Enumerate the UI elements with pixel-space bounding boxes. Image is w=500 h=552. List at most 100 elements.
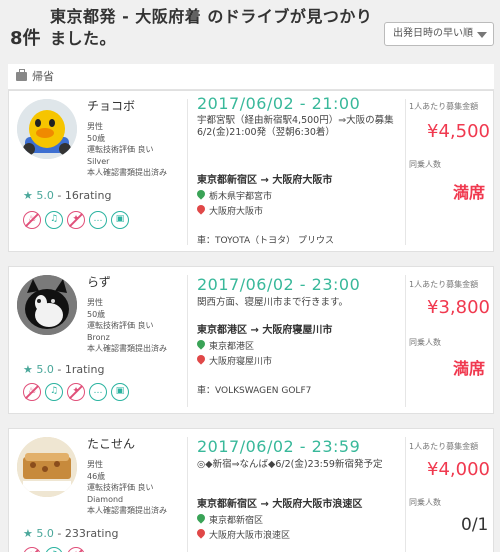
divider [187, 275, 188, 407]
destination-pin-icon [195, 203, 207, 215]
result-count: 8件 [10, 28, 41, 49]
rating-score: 5.0 [36, 363, 54, 376]
driver-gender: 男性 [87, 122, 103, 131]
divider [405, 275, 406, 407]
ride-route: 東京都港区 → 大阪府寝屋川市 [197, 325, 333, 336]
divider [405, 99, 406, 245]
driver-name[interactable]: たこせん [87, 435, 135, 452]
category-header: 帰省 [8, 64, 494, 90]
driver-info: 男性 46歳 運転技術評価 良い Diamond 本人確認書類提出済み [87, 459, 167, 517]
driver-rating: ★ 5.0 - 233rating [23, 527, 118, 540]
driver-name[interactable]: らず [87, 273, 111, 290]
price-label: 1人あたり募集金額 [409, 442, 479, 451]
avatar [17, 275, 77, 335]
destination-text: 大阪府大阪市浪速区 [209, 531, 291, 541]
origin-pin-icon [195, 188, 207, 200]
seat-status: 満席 [453, 359, 486, 378]
destination-text: 大阪府寝屋川市 [209, 357, 273, 367]
avatar [17, 99, 77, 159]
category-label: 帰省 [32, 70, 54, 83]
briefcase-icon [16, 69, 27, 81]
divider [187, 437, 188, 552]
destination-text: 大阪府大阪市 [209, 207, 264, 217]
chat-icon: … [89, 210, 107, 229]
ride-card[interactable]: たこせん 男性 46歳 運転技術評価 良い Diamond 本人確認書類提出済み… [8, 428, 494, 552]
driver-age: 50歳 [87, 133, 106, 143]
preference-icons: ♨ ♫ ✦… ▣ [23, 381, 133, 401]
star-icon: ★ [23, 527, 33, 540]
ride-route: 東京都新宿区 → 大阪府大阪市 [197, 175, 333, 186]
driver-skill: 運転技術評価 良い [87, 321, 154, 330]
no-food-icon: ✦ [67, 546, 85, 552]
seat-status: 満席 [453, 183, 486, 202]
destination-location: 大阪府大阪市 [195, 203, 264, 217]
no-food-icon: ✦ [67, 210, 85, 229]
driver-verified: 本人確認書類提出済み [87, 506, 167, 515]
ride-description: ◎◆新宿⇒なんば◆6/2(金)23:59新宿発予定 [197, 459, 383, 470]
destination-pin-icon [195, 527, 207, 539]
driver-name[interactable]: チョコボ [87, 97, 135, 114]
destination-location: 大阪府寝屋川市 [195, 353, 273, 367]
driver-info: 男性 50歳 運転技術評価 良い Bronz 本人確認書類提出済み [87, 297, 167, 355]
star-icon: ★ [23, 189, 33, 202]
rating-score: 5.0 [36, 189, 54, 202]
no-food-icon: ✦ [67, 382, 85, 401]
no-smoking-icon: ♨ [23, 546, 41, 552]
origin-location: 東京都港区 [195, 338, 255, 352]
ride-price: ¥4,500 [427, 121, 490, 142]
driver-rank: Diamond [87, 494, 124, 504]
music-icon: ♫ [45, 382, 63, 401]
divider [187, 99, 188, 245]
origin-text: 東京都新宿区 [209, 516, 264, 526]
divider [405, 437, 406, 552]
origin-location: 東京都新宿区 [195, 512, 264, 526]
ride-price: ¥4,000 [427, 459, 490, 480]
ride-price: ¥3,800 [427, 297, 490, 318]
music-icon: ♫ [45, 546, 63, 552]
departure-datetime: 2017/06/02 - 21:00 [197, 94, 361, 113]
price-label: 1人あたり募集金額 [409, 102, 479, 111]
page-title: 東京都発 - 大阪府着 のドライブが見つかりました。 [50, 7, 373, 48]
driver-verified: 本人確認書類提出済み [87, 344, 167, 353]
rating-count: - 233rating [57, 527, 119, 540]
chevron-down-icon [477, 32, 487, 38]
car-model: 車：TOYOTA（トヨタ） プリウス [197, 236, 334, 246]
driver-rank: Bronz [87, 332, 110, 342]
origin-pin-icon [195, 512, 207, 524]
ride-description: 宇都宮駅（経由新宿駅4,500円）⇒大阪の募集 6/2(金)21:00発（翌朝6… [197, 115, 404, 138]
avatar [17, 437, 77, 497]
star-icon: ★ [23, 363, 33, 376]
rating-score: 5.0 [36, 527, 54, 540]
driver-age: 46歳 [87, 471, 106, 481]
destination-location: 大阪府大阪市浪速区 [195, 527, 291, 541]
ride-card[interactable]: チョコボ 男性 50歳 運転技術評価 良い Silver 本人確認書類提出済み … [8, 90, 494, 252]
driver-skill: 運転技術評価 良い [87, 145, 154, 154]
food-avatar-image [17, 437, 77, 497]
preference-icons: ♨ ♫ ✦… ▣ [23, 209, 133, 229]
departure-datetime: 2017/06/02 - 23:59 [197, 437, 361, 456]
passengers-label: 同乗人数 [409, 498, 441, 507]
duck-avatar-image [17, 99, 77, 159]
driver-rating: ★ 5.0 - 16rating [23, 189, 111, 202]
driver-skill: 運転技術評価 良い [87, 483, 154, 492]
ride-route: 東京都新宿区 → 大阪府大阪市浪速区 [197, 499, 363, 510]
cat-avatar-image [17, 275, 77, 335]
origin-text: 東京都港区 [209, 342, 255, 352]
sort-select[interactable]: 出発日時の早い順 [384, 22, 494, 46]
rating-count: - 1rating [57, 363, 105, 376]
origin-pin-icon [195, 338, 207, 350]
origin-location: 栃木県宇都宮市 [195, 188, 273, 202]
origin-text: 栃木県宇都宮市 [209, 192, 273, 202]
music-icon: ♫ [45, 210, 63, 229]
passengers-label: 同乗人数 [409, 160, 441, 169]
driver-gender: 男性 [87, 298, 103, 307]
no-smoking-icon: ♨ [23, 382, 41, 401]
driver-info: 男性 50歳 運転技術評価 良い Silver 本人確認書類提出済み [87, 121, 167, 179]
luggage-icon: ▣ [111, 382, 129, 401]
no-smoking-icon: ♨ [23, 210, 41, 229]
destination-pin-icon [195, 353, 207, 365]
price-label: 1人あたり募集金額 [409, 280, 479, 289]
departure-datetime: 2017/06/02 - 23:00 [197, 275, 361, 294]
ride-card[interactable]: らず 男性 50歳 運転技術評価 良い Bronz 本人確認書類提出済み ★ 5… [8, 266, 494, 414]
driver-gender: 男性 [87, 460, 103, 469]
